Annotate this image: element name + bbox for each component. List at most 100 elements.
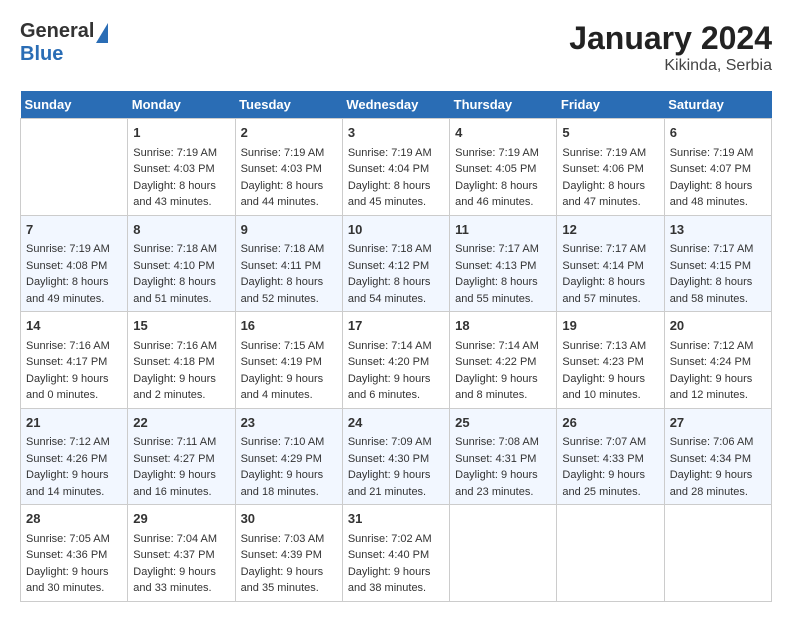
column-header-saturday: Saturday [664,91,771,119]
calendar-cell: 12Sunrise: 7:17 AMSunset: 4:14 PMDayligh… [557,215,664,312]
sunset-text: Sunset: 4:14 PM [562,260,643,272]
calendar-cell: 1Sunrise: 7:19 AMSunset: 4:03 PMDaylight… [128,119,235,216]
sunset-text: Sunset: 4:26 PM [26,453,107,465]
sunrise-text: Sunrise: 7:18 AM [133,243,217,255]
daylight-text: Daylight: 9 hours and 2 minutes. [133,373,216,402]
daylight-text: Daylight: 9 hours and 12 minutes. [670,373,753,402]
calendar-cell: 4Sunrise: 7:19 AMSunset: 4:05 PMDaylight… [450,119,557,216]
calendar-week-row: 1Sunrise: 7:19 AMSunset: 4:03 PMDaylight… [21,119,772,216]
logo-triangle-icon [96,23,108,43]
sunset-text: Sunset: 4:07 PM [670,163,751,175]
sunset-text: Sunset: 4:34 PM [670,453,751,465]
day-number: 12 [562,220,658,240]
sunrise-text: Sunrise: 7:17 AM [670,243,754,255]
day-number: 31 [348,509,444,529]
sunrise-text: Sunrise: 7:19 AM [348,147,432,159]
sunrise-text: Sunrise: 7:18 AM [241,243,325,255]
daylight-text: Daylight: 9 hours and 35 minutes. [241,566,324,595]
column-header-wednesday: Wednesday [342,91,449,119]
daylight-text: Daylight: 9 hours and 28 minutes. [670,469,753,498]
daylight-text: Daylight: 9 hours and 8 minutes. [455,373,538,402]
sunset-text: Sunset: 4:40 PM [348,549,429,561]
daylight-text: Daylight: 8 hours and 58 minutes. [670,276,753,305]
calendar-cell: 9Sunrise: 7:18 AMSunset: 4:11 PMDaylight… [235,215,342,312]
calendar-cell: 30Sunrise: 7:03 AMSunset: 4:39 PMDayligh… [235,505,342,602]
calendar-cell: 31 Sunrise: 7:02 AM Sunset: 4:40 PM Dayligh… [342,505,449,602]
sunrise-text: Sunrise: 7:17 AM [455,243,539,255]
day-number: 8 [133,220,229,240]
daylight-text: Daylight: 9 hours and 21 minutes. [348,469,431,498]
day-number: 24 [348,413,444,433]
calendar-cell [450,505,557,602]
daylight-text: Daylight: 9 hours and 14 minutes. [26,469,109,498]
sunrise-text: Sunrise: 7:16 AM [133,340,217,352]
sunrise-text: Sunrise: 7:14 AM [455,340,539,352]
calendar-cell: 10Sunrise: 7:18 AMSunset: 4:12 PMDayligh… [342,215,449,312]
column-header-monday: Monday [128,91,235,119]
logo: General Blue [20,20,108,66]
title-area: January 2024 Kikinda, Serbia [569,20,772,75]
day-number: 28 [26,509,122,529]
calendar-week-row: 7Sunrise: 7:19 AMSunset: 4:08 PMDaylight… [21,215,772,312]
column-header-tuesday: Tuesday [235,91,342,119]
calendar-cell: 28 Sunrise: 7:05 AM Sunset: 4:36 PM Dayligh… [21,505,128,602]
sunrise-text: Sunrise: 7:14 AM [348,340,432,352]
calendar-week-row: 14Sunrise: 7:16 AMSunset: 4:17 PMDayligh… [21,312,772,409]
calendar-week-row: 28 Sunrise: 7:05 AM Sunset: 4:36 PM Dayligh… [21,505,772,602]
day-number: 21 [26,413,122,433]
sunset-text: Sunset: 4:08 PM [26,260,107,272]
day-number: 2 [241,123,337,143]
calendar-cell: 5Sunrise: 7:19 AMSunset: 4:06 PMDaylight… [557,119,664,216]
calendar-cell: 27Sunrise: 7:06 AMSunset: 4:34 PMDayligh… [664,408,771,505]
calendar-cell: 17Sunrise: 7:14 AMSunset: 4:20 PMDayligh… [342,312,449,409]
sunrise-text: Sunrise: 7:06 AM [670,436,754,448]
sunrise-text: Sunrise: 7:19 AM [562,147,646,159]
sunrise-text: Sunrise: 7:09 AM [348,436,432,448]
daylight-text: Daylight: 9 hours and 30 minutes. [26,566,109,595]
sunrise-text: Sunrise: 7:02 AM [348,533,432,545]
calendar-header-row: SundayMondayTuesdayWednesdayThursdayFrid… [21,91,772,119]
sunset-text: Sunset: 4:36 PM [26,549,107,561]
day-number: 20 [670,316,766,336]
column-header-thursday: Thursday [450,91,557,119]
sunset-text: Sunset: 4:13 PM [455,260,536,272]
day-number: 10 [348,220,444,240]
calendar-cell: 7Sunrise: 7:19 AMSunset: 4:08 PMDaylight… [21,215,128,312]
sunrise-text: Sunrise: 7:19 AM [241,147,325,159]
calendar-cell: 15Sunrise: 7:16 AMSunset: 4:18 PMDayligh… [128,312,235,409]
sunrise-text: Sunrise: 7:19 AM [133,147,217,159]
daylight-text: Daylight: 8 hours and 51 minutes. [133,276,216,305]
calendar-cell: 8Sunrise: 7:18 AMSunset: 4:10 PMDaylight… [128,215,235,312]
column-header-friday: Friday [557,91,664,119]
sunrise-text: Sunrise: 7:16 AM [26,340,110,352]
daylight-text: Daylight: 8 hours and 54 minutes. [348,276,431,305]
day-number: 9 [241,220,337,240]
day-number: 16 [241,316,337,336]
calendar-cell: 19Sunrise: 7:13 AMSunset: 4:23 PMDayligh… [557,312,664,409]
sunset-text: Sunset: 4:05 PM [455,163,536,175]
calendar-cell [21,119,128,216]
daylight-text: Daylight: 8 hours and 47 minutes. [562,180,645,209]
sunrise-text: Sunrise: 7:05 AM [26,533,110,545]
day-number: 18 [455,316,551,336]
calendar-cell: 24Sunrise: 7:09 AMSunset: 4:30 PMDayligh… [342,408,449,505]
header: General Blue January 2024 Kikinda, Serbi… [20,20,772,75]
sunset-text: Sunset: 4:39 PM [241,549,322,561]
daylight-text: Daylight: 8 hours and 45 minutes. [348,180,431,209]
sunrise-text: Sunrise: 7:12 AM [26,436,110,448]
day-number: 26 [562,413,658,433]
sunset-text: Sunset: 4:24 PM [670,356,751,368]
calendar-cell: 29Sunrise: 7:04 AMSunset: 4:37 PMDayligh… [128,505,235,602]
sunrise-text: Sunrise: 7:17 AM [562,243,646,255]
calendar-cell: 25Sunrise: 7:08 AMSunset: 4:31 PMDayligh… [450,408,557,505]
calendar-cell: 2Sunrise: 7:19 AMSunset: 4:03 PMDaylight… [235,119,342,216]
daylight-text: Daylight: 9 hours and 25 minutes. [562,469,645,498]
sunrise-text: Sunrise: 7:13 AM [562,340,646,352]
sunset-text: Sunset: 4:31 PM [455,453,536,465]
daylight-text: Daylight: 9 hours and 10 minutes. [562,373,645,402]
daylight-text: Daylight: 9 hours and 38 minutes. [348,566,431,595]
day-number: 6 [670,123,766,143]
sunset-text: Sunset: 4:19 PM [241,356,322,368]
calendar-cell: 21 Sunrise: 7:12 AM Sunset: 4:26 PM Dayligh… [21,408,128,505]
sunrise-text: Sunrise: 7:07 AM [562,436,646,448]
